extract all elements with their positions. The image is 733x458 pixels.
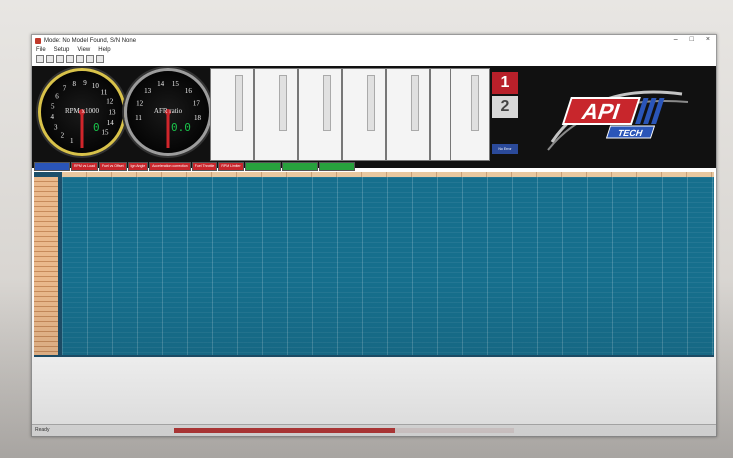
dial-tick-label: 9 — [83, 79, 87, 87]
title-bar: Mode: No Model Found, S/N None – □ × — [32, 35, 716, 47]
dial-tick-label: 18 — [194, 114, 202, 122]
maximize-button[interactable]: □ — [690, 36, 694, 43]
menu-help[interactable]: Help — [98, 47, 110, 55]
sensor-bar-1 — [210, 68, 254, 161]
sensor-bar-3 — [298, 68, 342, 161]
menu-view[interactable]: View — [77, 47, 90, 55]
map-table — [34, 172, 714, 357]
row-headers — [34, 177, 58, 355]
status-text: Ready — [35, 427, 50, 433]
dial-tick-label: 3 — [54, 123, 58, 131]
table-cells[interactable] — [62, 177, 714, 355]
app-icon — [35, 38, 41, 44]
dial-tick-label: 14 — [107, 119, 115, 127]
progress-fill — [174, 428, 395, 433]
api-tech-logo-icon: API TECH — [547, 90, 689, 151]
table-tab-1[interactable] — [34, 162, 70, 171]
rpm-gauge: 1 2 3 4 5 6 7 8 9 10 11 12 13 14 15 RPM x1000 0 — [38, 68, 126, 156]
api-tech-logo: API TECH — [532, 72, 708, 158]
table-tab-3[interactable]: Fuel vs Offset — [99, 162, 127, 171]
dashboard-panel: 1 2 3 4 5 6 7 8 9 10 11 12 13 14 15 RPM x1000 0 11 12 13… — [32, 66, 716, 168]
dial-tick-label: 8 — [72, 80, 76, 88]
table-tab-8[interactable] — [244, 162, 281, 171]
table-tab-6[interactable]: Fuel Throttle — [191, 162, 218, 171]
dial-tick-label: 10 — [92, 82, 100, 90]
afr-gauge-label: AFR ratio — [153, 107, 183, 115]
rpm-gauge-label: RPM x1000 — [64, 107, 100, 115]
status-bar: Ready — [32, 424, 716, 436]
copy-icon[interactable] — [66, 55, 74, 63]
close-button[interactable]: × — [706, 36, 710, 43]
sensor-bar-7 — [450, 68, 490, 161]
dial-tick-label: 1 — [70, 137, 74, 145]
app-window: Mode: No Model Found, S/N None – □ × Fil… — [31, 34, 717, 437]
paste-icon[interactable] — [76, 55, 84, 63]
dial-tick-label: 7 — [63, 85, 67, 93]
dial-tick-label: 11 — [101, 89, 108, 97]
sensor-bar-4 — [342, 68, 386, 161]
open-icon[interactable] — [46, 55, 54, 63]
dial-tick-label: 16 — [185, 87, 193, 95]
dial-tick-label: 15 — [102, 128, 110, 136]
afr-value: 0.0 — [171, 121, 191, 134]
save-icon[interactable] — [56, 55, 64, 63]
sensor-bar-2 — [254, 68, 298, 161]
window-controls: – □ × — [674, 36, 710, 43]
afr-gauge: 11 12 13 14 15 16 17 18 AFR ratio 0.0 — [124, 68, 212, 156]
minimize-button[interactable]: – — [674, 36, 678, 43]
table-tabs: RPM vs Load Fuel vs Offset Ign Angle Accele… — [32, 162, 716, 171]
progress-bar — [174, 428, 514, 433]
gear-indicator: 1 2 No Error — [492, 72, 518, 156]
table-tab-5[interactable]: Acceleration correction — [149, 162, 191, 171]
new-icon[interactable] — [36, 55, 44, 63]
table-tab-2[interactable]: RPM vs Load — [71, 162, 99, 171]
dial-tick-label: 11 — [135, 114, 142, 122]
sensor-bar-5 — [386, 68, 430, 161]
dial-tick-label: 13 — [144, 87, 152, 95]
table-tab-9[interactable] — [281, 162, 318, 171]
menu-bar: File Setup View Help — [32, 47, 716, 55]
rpm-value: 0 — [93, 121, 100, 134]
error-status-button[interactable]: No Error — [492, 144, 518, 154]
window-title: Mode: No Model Found, S/N None — [44, 38, 137, 44]
dial-tick-label: 6 — [55, 92, 59, 100]
gear-top: 1 — [492, 72, 518, 94]
svg-text:TECH: TECH — [616, 128, 644, 138]
table-tab-4[interactable]: Ign Angle — [127, 162, 149, 171]
toolbar — [32, 55, 716, 63]
table-tab-10[interactable] — [318, 162, 355, 171]
dial-tick-label: 14 — [157, 80, 165, 88]
menu-file[interactable]: File — [36, 47, 46, 55]
gear-bottom: 2 — [492, 96, 518, 118]
table-tab-7[interactable]: RPM Limiter — [218, 162, 244, 171]
menu-setup[interactable]: Setup — [54, 47, 70, 55]
dial-tick-label: 12 — [106, 98, 114, 106]
print-icon[interactable] — [86, 55, 94, 63]
help-icon[interactable] — [96, 55, 104, 63]
dial-tick-label: 2 — [61, 132, 65, 140]
dial-tick-label: 15 — [172, 80, 180, 88]
